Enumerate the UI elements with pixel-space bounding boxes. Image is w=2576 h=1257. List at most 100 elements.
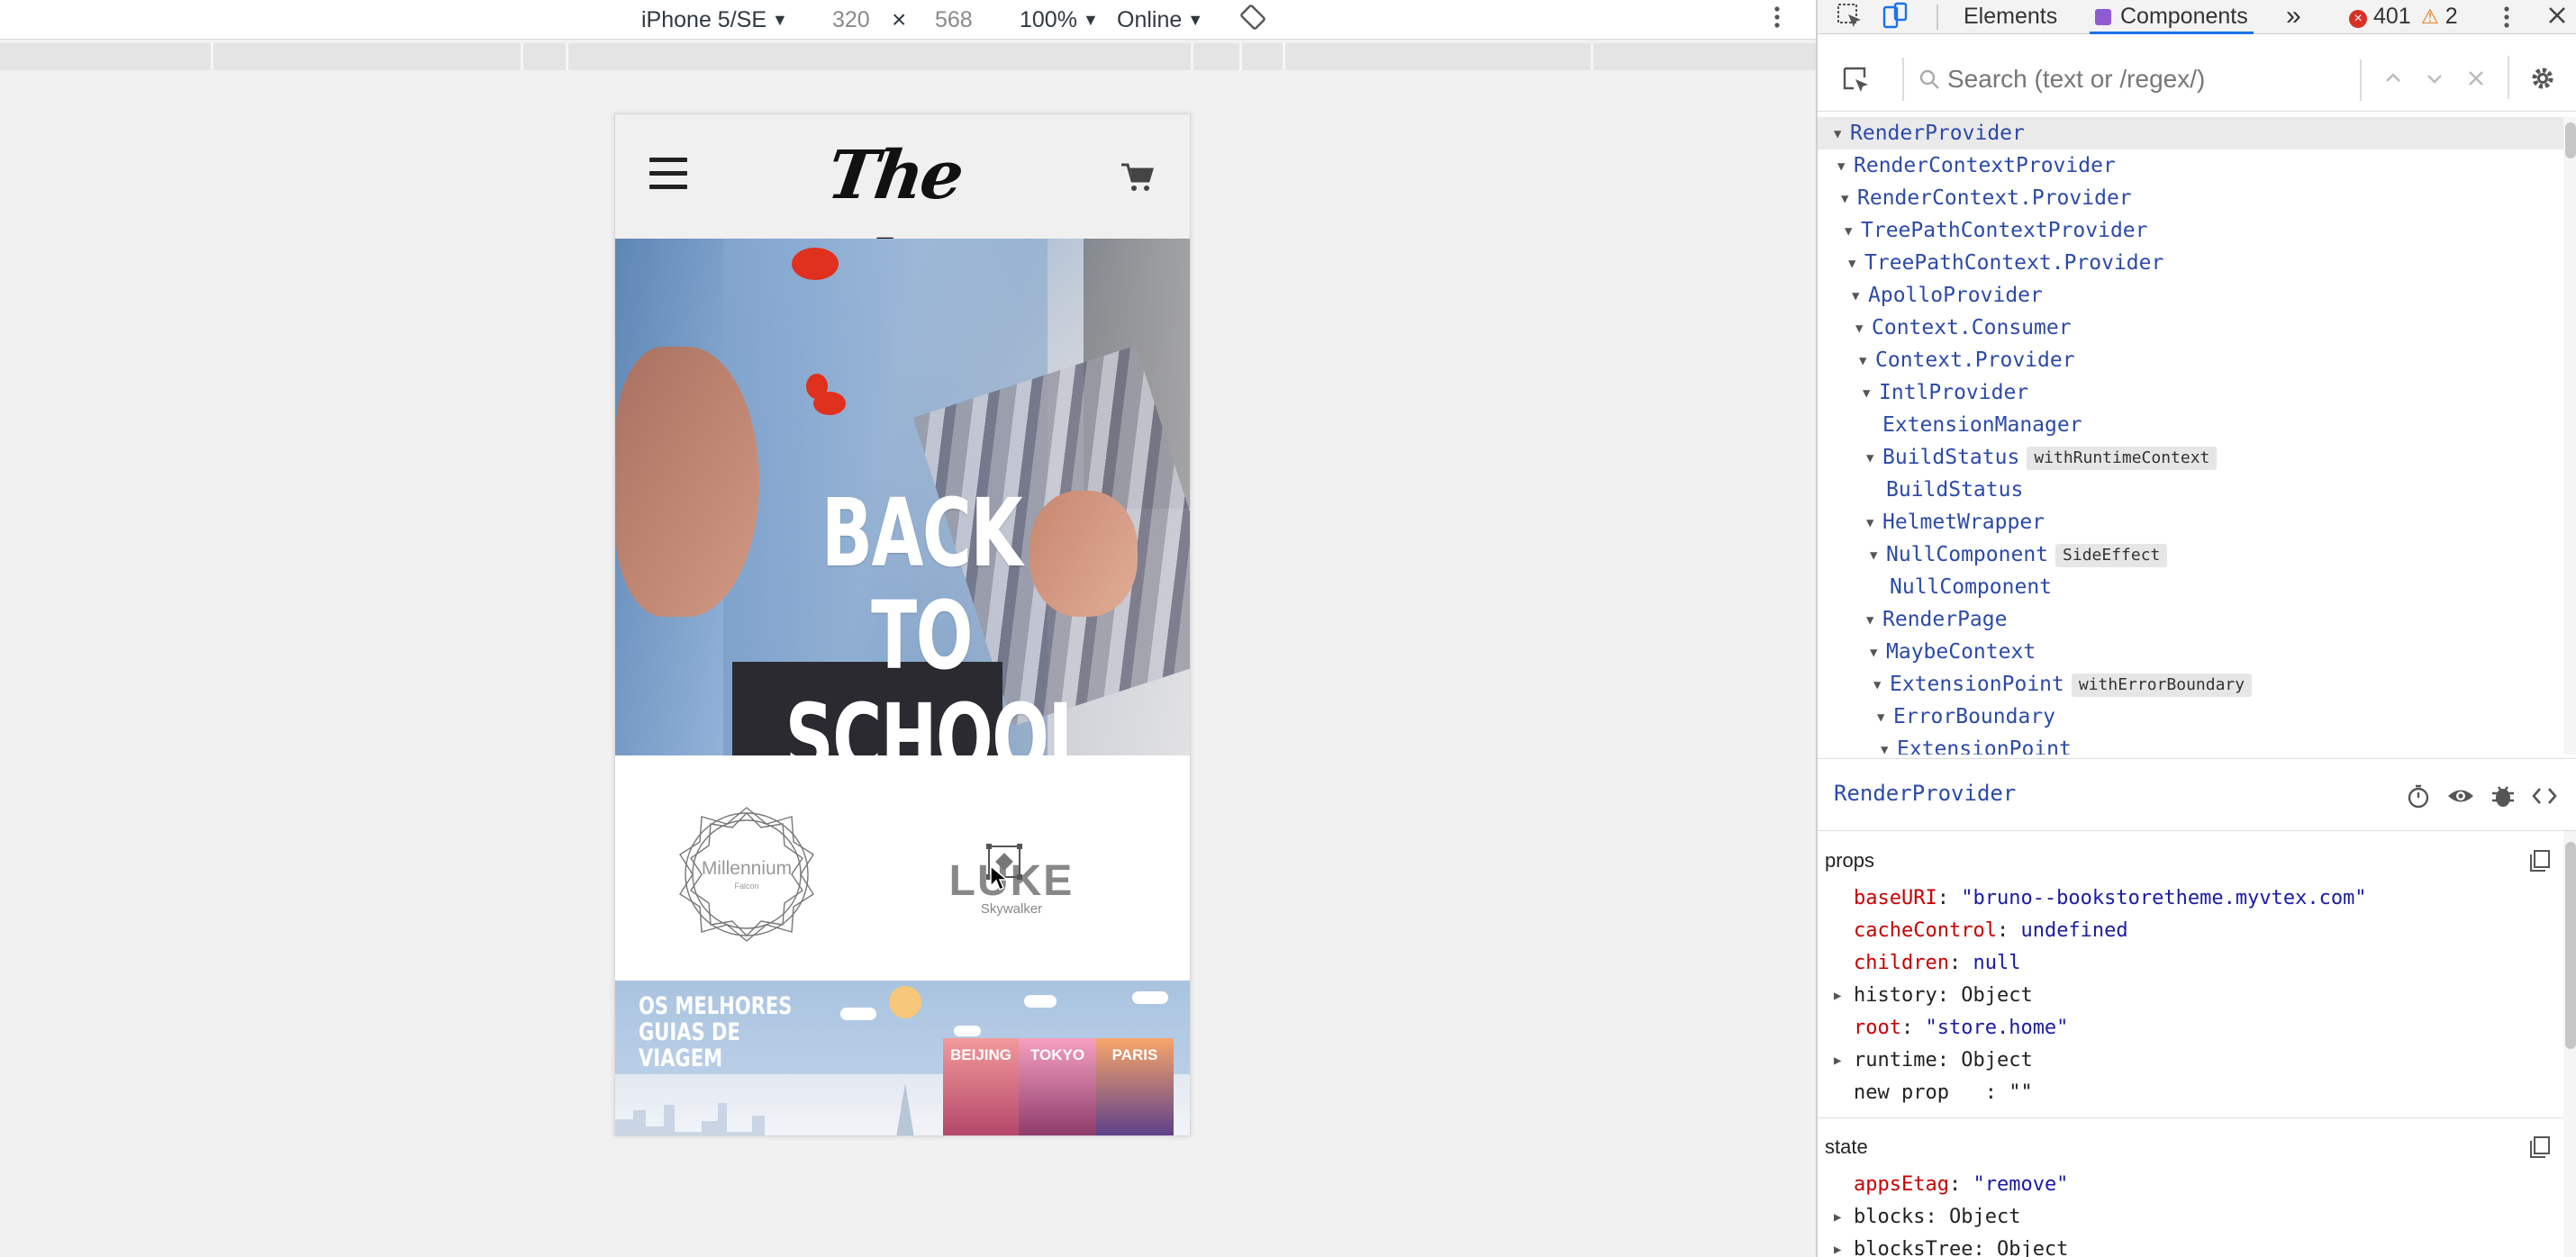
selected-component-name: RenderProvider [1834,781,2017,806]
expand-arrow-icon[interactable]: ▼ [1877,701,1893,734]
prop-value: Object [1948,1206,2021,1228]
ruler-tick [211,43,213,70]
width-input[interactable]: 320 [832,5,870,34]
expand-arrow-icon[interactable]: ▶ [1834,982,1841,1009]
tree-node[interactable]: ▼ MaybeContext [1870,636,2036,668]
expand-arrow-icon[interactable]: ▼ [1870,637,1886,669]
throttle-select[interactable]: Online ▼ [1117,5,1203,34]
eye-icon[interactable] [2446,782,2475,809]
component-tree[interactable]: ▼ RenderProvider ▼ RenderContextProvider ▼ Re… [1818,117,2563,755]
stopwatch-icon[interactable] [2405,782,2434,809]
tree-node[interactable]: ▼ ErrorBoundary [1877,701,2055,733]
close-devtools-icon[interactable] [2544,2,2571,36]
trip-card-tokyo[interactable]: TOKYO [1019,1038,1096,1135]
view-source-icon[interactable] [2531,782,2560,809]
store-logo[interactable]: The Bookstore [723,131,1092,304]
expand-arrow-icon[interactable]: ▼ [1855,312,1872,345]
cart-icon[interactable] [1120,161,1156,194]
prop-row[interactable]: cacheControl: undefined [1854,918,2128,945]
more-tabs-button[interactable]: » [2286,0,2301,34]
expand-arrow-icon[interactable]: ▼ [1859,345,1875,377]
copy-props-icon[interactable] [2529,849,2551,873]
prop-row[interactable]: baseURI: "bruno--bookstoretheme.myvtex.c… [1854,885,2367,912]
zoom-select[interactable]: 100% ▼ [1020,5,1099,34]
clear-search-icon[interactable] [2466,68,2486,93]
tree-node[interactable]: ▼ ExtensionPoint [1881,733,2072,755]
device-toolbar-toggle-icon[interactable] [1881,2,1909,36]
hero-banner[interactable]: BACK TO SCHOOL [615,239,1190,755]
state-row[interactable]: ▶ blocks: Object [1834,1204,2021,1231]
component-tree-scrollbar[interactable] [2563,117,2576,755]
state-row[interactable]: ▶ blocksTree: Object [1834,1236,2068,1257]
expand-arrow-icon[interactable]: ▼ [1866,442,1882,475]
expand-arrow-icon[interactable]: ▼ [1870,539,1886,572]
devtools-tab-bar: Elements Components » × 401 ⚠ 2 [1818,0,2576,34]
prop-row[interactable]: ▶ runtime: Object [1834,1047,2033,1074]
tree-node[interactable]: ▼ RenderPage [1866,603,2007,636]
prop-row[interactable]: children: null [1854,950,2020,977]
tree-node-label: RenderContextProvider [1854,154,2116,177]
mouse-cursor-icon [989,864,1010,891]
tree-node[interactable]: ▼ NullComponent SideEffect [1870,538,2168,572]
height-input[interactable]: 568 [935,5,973,34]
prop-row[interactable]: root: "store.home" [1854,1015,2068,1042]
expand-arrow-icon[interactable]: ▼ [1863,377,1879,410]
prop-row[interactable]: new prop : "" [1854,1080,2033,1107]
previous-result-icon[interactable] [2383,68,2403,93]
travel-guides-banner[interactable]: OS MELHORES GUIAS DE VIAGEM BEIJING TOKY… [615,981,1190,1135]
state-row[interactable]: appsEtag: "remove" [1854,1171,2068,1198]
error-counter[interactable]: × 401 [2349,0,2411,34]
tree-node[interactable]: ▼ RenderContextProvider [1837,149,2116,182]
tree-node[interactable]: ExtensionManager [1882,409,2082,441]
expand-arrow-icon[interactable]: ▶ [1834,1236,1841,1257]
menu-icon[interactable] [649,158,689,192]
expand-arrow-icon[interactable]: ▼ [1866,604,1882,637]
expand-arrow-icon[interactable]: ▼ [1837,150,1854,183]
tree-node[interactable]: ▼ Context.Provider [1859,344,2075,376]
more-options-icon[interactable] [1773,4,1782,32]
tab-elements[interactable]: Elements [1964,0,2057,34]
inspector-scrollbar[interactable] [2563,831,2576,1257]
tree-node[interactable]: ▼ BuildStatus withRuntimeContext [1866,441,2218,475]
expand-arrow-icon[interactable]: ▼ [1841,183,1857,215]
tree-node[interactable]: NullComponent [1890,571,2052,603]
search-input[interactable] [1947,61,2362,97]
inspect-element-icon[interactable] [1836,2,1864,36]
section-divider [1818,1117,2563,1118]
expand-arrow-icon[interactable]: ▼ [1834,118,1850,150]
next-result-icon[interactable] [2425,68,2444,93]
tree-node[interactable]: ▼ RenderContext.Provider [1841,182,2132,214]
tree-node[interactable]: ▼ ApolloProvider [1852,279,2043,312]
tree-node[interactable]: ▼ HelmetWrapper [1866,506,2045,538]
tree-node[interactable]: ▼ TreePathContextProvider [1845,214,2148,247]
select-component-icon[interactable] [1841,65,1872,100]
warning-counter[interactable]: ⚠ 2 [2421,0,2458,34]
tab-components[interactable]: Components [2090,0,2254,34]
copy-state-icon[interactable] [2529,1135,2551,1159]
devtools-menu-icon[interactable] [2502,4,2511,38]
media-query-ruler[interactable] [0,43,1816,70]
bug-icon[interactable] [2490,782,2518,809]
expand-arrow-icon[interactable]: ▼ [1881,734,1897,755]
expand-arrow-icon[interactable]: ▼ [1845,215,1861,248]
brand-logo-millennium[interactable]: Millennium Falcon [676,804,817,945]
trip-card-paris[interactable]: PARIS [1096,1038,1174,1135]
tree-node[interactable]: ▼ IntlProvider [1863,376,2028,409]
prop-row[interactable]: ▶ history: Object [1834,982,2033,1009]
tree-node[interactable]: ▼ RenderProvider [1818,117,2563,149]
expand-arrow-icon[interactable]: ▼ [1848,248,1864,280]
tree-node[interactable]: ▼ Context.Consumer [1855,312,2072,344]
expand-arrow-icon[interactable]: ▼ [1866,507,1882,539]
search-divider [2508,56,2509,99]
tree-node[interactable]: BuildStatus [1886,474,2023,506]
rotate-icon[interactable] [1239,4,1266,32]
settings-gear-icon[interactable] [2529,65,2556,96]
trip-card-beijing[interactable]: BEIJING [943,1038,1019,1135]
expand-arrow-icon[interactable]: ▶ [1834,1047,1841,1074]
tree-node[interactable]: ▼ ExtensionPoint withErrorBoundary [1873,668,2253,701]
device-select[interactable]: iPhone 5/SE ▼ [641,5,788,34]
expand-arrow-icon[interactable]: ▼ [1873,669,1890,701]
expand-arrow-icon[interactable]: ▶ [1834,1204,1841,1231]
tree-node[interactable]: ▼ TreePathContext.Provider [1848,247,2163,279]
expand-arrow-icon[interactable]: ▼ [1852,280,1868,312]
